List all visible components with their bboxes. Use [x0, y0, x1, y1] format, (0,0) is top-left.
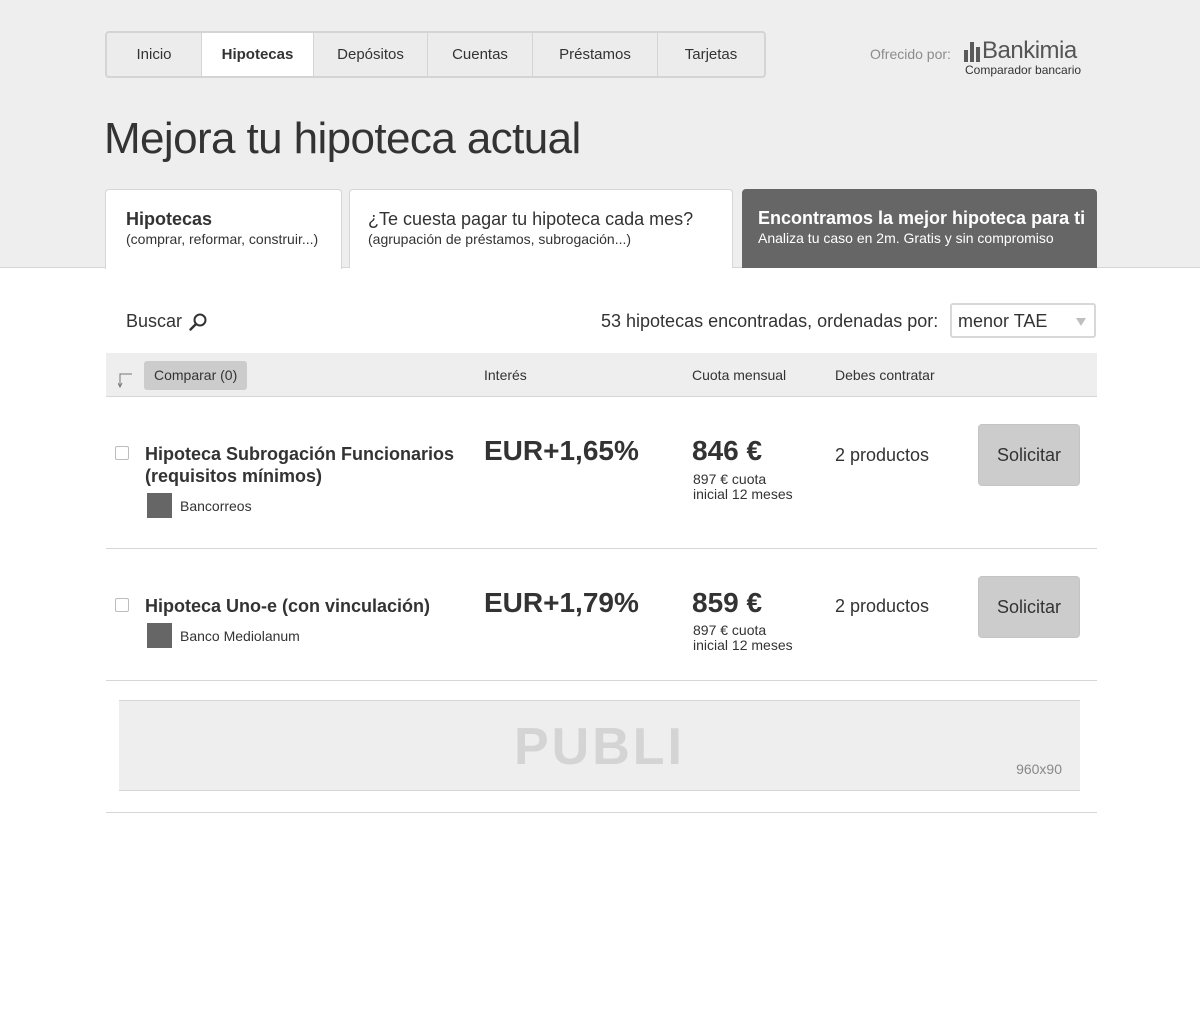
tab-title: Encontramos la mejor hipoteca para ti: [758, 208, 1086, 228]
column-header-cuota[interactable]: Cuota mensual: [692, 367, 786, 383]
bank-name: Banco Mediolanum: [180, 627, 300, 644]
nav-item-depositos[interactable]: Depósitos: [314, 33, 428, 76]
compare-checkbox[interactable]: [115, 598, 129, 612]
nav-item-inicio[interactable]: Inicio: [107, 33, 202, 76]
bank-info: Banco Mediolanum: [147, 623, 300, 648]
interest-rate: EUR+1,79%: [484, 587, 639, 618]
ad-size-label: 960x90: [1016, 761, 1062, 777]
fee-note-line: 897 € cuota: [693, 471, 767, 487]
ad-banner[interactable]: PUBLI 960x90: [119, 700, 1080, 791]
offered-by-label: Ofrecido por:: [870, 46, 951, 62]
corner-arrow-icon: [118, 373, 132, 388]
nav-item-cuentas[interactable]: Cuentas: [428, 33, 533, 76]
brand-logo[interactable]: Bankimia Comparador bancario: [964, 38, 1088, 77]
required-products: 2 productos: [835, 445, 930, 465]
product-name[interactable]: Hipoteca Subrogación Funcionarios (requi…: [145, 443, 454, 487]
fee-note-line: inicial 12 meses: [693, 486, 793, 502]
column-header-interes[interactable]: Interés: [484, 367, 527, 383]
bank-info: Bancorreos: [147, 493, 252, 518]
nav-item-tarjetas[interactable]: Tarjetas: [658, 33, 764, 76]
fee-note-line: inicial 12 meses: [693, 637, 793, 653]
sort-select[interactable]: menor TAE: [950, 303, 1096, 338]
apply-button[interactable]: Solicitar: [978, 424, 1080, 486]
tab-hipotecas[interactable]: Hipotecas (comprar, reformar, construir.…: [105, 189, 342, 269]
tab-pagar-hipoteca[interactable]: ¿Te cuesta pagar tu hipoteca cada mes? (…: [349, 189, 733, 268]
tab-mejor-hipoteca[interactable]: Encontramos la mejor hipoteca para ti An…: [742, 189, 1097, 268]
table-row: Hipoteca Uno-e (con vinculación) Banco M…: [106, 549, 1097, 681]
search-icon: [189, 313, 207, 331]
product-name-line: Hipoteca Uno-e (con vinculación): [145, 596, 431, 616]
bar-chart-icon: [964, 42, 980, 62]
product-name-line: (requisitos mínimos): [145, 466, 323, 486]
table-row: Hipoteca Subrogación Funcionarios (requi…: [106, 397, 1097, 549]
product-name-line: Hipoteca Subrogación Funcionarios: [145, 444, 455, 464]
apply-button[interactable]: Solicitar: [978, 576, 1080, 638]
interest-rate: EUR+1,65%: [484, 435, 639, 466]
tab-subtitle: (comprar, reformar, construir...): [126, 231, 319, 247]
divider: [106, 812, 1097, 813]
product-name[interactable]: Hipoteca Uno-e (con vinculación): [145, 595, 430, 617]
results-count: 53 hipotecas encontradas, ordenadas por:: [601, 311, 939, 331]
sort-value: menor TAE: [958, 311, 1048, 331]
compare-button[interactable]: Comparar (0): [144, 361, 248, 390]
required-products: 2 productos: [835, 596, 930, 616]
bank-logo: [147, 493, 172, 518]
fee-note-line: 897 € cuota: [693, 622, 767, 638]
tab-subtitle: (agrupación de préstamos, subrogación...…: [368, 231, 632, 247]
nav-item-prestamos[interactable]: Préstamos: [533, 33, 658, 76]
brand-name: Bankimia: [982, 37, 1077, 64]
tab-subtitle: Analiza tu caso en 2m. Gratis y sin comp…: [758, 230, 1054, 246]
table-header: Comparar (0) Interés Cuota mensual Debes…: [106, 353, 1097, 397]
compare-checkbox[interactable]: [115, 446, 129, 460]
search-link[interactable]: Buscar: [126, 311, 208, 332]
chevron-down-icon: [1076, 318, 1086, 326]
monthly-fee: 846 €: [692, 435, 763, 466]
fee-note: 897 € cuota inicial 12 meses: [693, 472, 813, 502]
search-label: Buscar: [126, 311, 183, 331]
brand-subtitle: Comparador bancario: [965, 63, 1082, 77]
fee-note: 897 € cuota inicial 12 meses: [693, 623, 813, 653]
column-header-contratar[interactable]: Debes contratar: [835, 367, 935, 383]
ad-placeholder-text: PUBLI: [514, 718, 685, 776]
tab-title: Hipotecas: [126, 209, 213, 229]
bank-logo: [147, 623, 172, 648]
tab-title: ¿Te cuesta pagar tu hipoteca cada mes?: [368, 209, 694, 229]
nav-item-hipotecas[interactable]: Hipotecas: [202, 33, 314, 76]
bank-name: Bancorreos: [180, 497, 252, 514]
header-area: Inicio Hipotecas Depósitos Cuentas Prést…: [0, 0, 1200, 269]
main-nav: Inicio Hipotecas Depósitos Cuentas Prést…: [105, 31, 766, 78]
monthly-fee: 859 €: [692, 587, 763, 618]
page-title: Mejora tu hipoteca actual: [104, 114, 581, 163]
